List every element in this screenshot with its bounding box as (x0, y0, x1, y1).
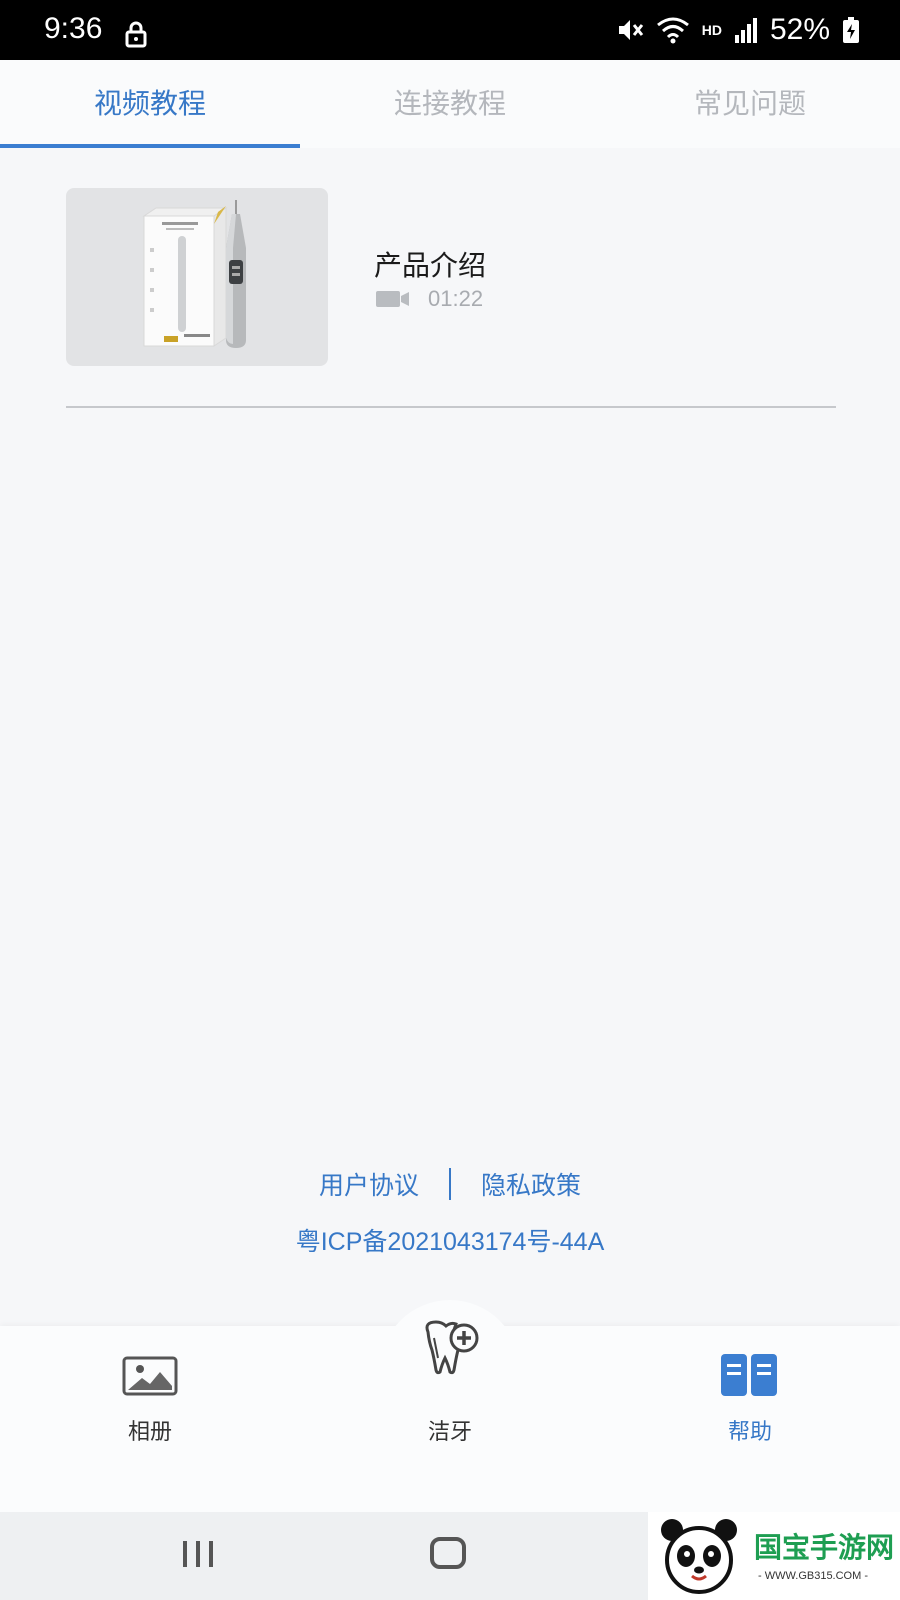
home-icon[interactable] (430, 1537, 466, 1569)
product-image (142, 200, 246, 348)
nav-album[interactable]: 相册 (0, 1326, 300, 1476)
privacy-policy-link[interactable]: 隐私政策 (481, 1166, 581, 1202)
status-time: 9:36 (44, 12, 103, 45)
video-list-item[interactable]: 产品介绍 01:22 (66, 188, 836, 366)
status-bar: 9:36 HD 52% (0, 0, 900, 60)
watermark-url: - WWW.GB315.COM - (758, 1570, 868, 1582)
active-tab-indicator (0, 144, 300, 148)
watermark: 国宝手游网 - WWW.GB315.COM - (648, 1512, 900, 1600)
recents-icon[interactable] (182, 1540, 214, 1568)
panda-logo-icon (661, 1519, 737, 1594)
signal-icon (734, 18, 757, 43)
watermark-brand: 国宝手游网 (754, 1531, 895, 1564)
nav-tooth-clean[interactable]: 洁牙 (300, 1320, 600, 1476)
video-duration: 01:22 (428, 286, 484, 311)
legal-links: 用户协议 隐私政策 (0, 1166, 900, 1202)
help-book-icon (721, 1354, 777, 1396)
nav-album-label: 相册 (127, 1420, 172, 1445)
lock-icon (125, 21, 147, 48)
network-type: HD (701, 22, 722, 38)
tab-bar: 视频教程 连接教程 常见问题 (0, 60, 900, 148)
battery-percent: 52% (769, 13, 830, 46)
link-separator (449, 1168, 451, 1200)
nav-tooth-clean-label: 洁牙 (427, 1420, 472, 1445)
tab-connection-tutorial[interactable]: 连接教程 (300, 60, 600, 148)
wifi-icon (656, 17, 689, 44)
nav-help-label: 帮助 (727, 1420, 772, 1445)
tab-video-tutorial[interactable]: 视频教程 (0, 60, 300, 148)
mute-icon (618, 20, 643, 40)
tab-faq[interactable]: 常见问题 (600, 60, 900, 148)
tooth-clean-icon (425, 1320, 479, 1375)
video-title: 产品介绍 (374, 249, 487, 282)
battery-charging-icon (843, 17, 859, 43)
video-meta: 01:22 (376, 286, 483, 312)
nav-help[interactable]: 帮助 (600, 1326, 900, 1476)
video-camera-icon (376, 291, 409, 307)
user-agreement-link[interactable]: 用户协议 (319, 1166, 419, 1202)
album-icon (122, 1356, 178, 1396)
video-thumbnail[interactable] (66, 188, 328, 366)
icp-license-link[interactable]: 粤ICP备2021043174号-44A (0, 1222, 900, 1258)
list-divider (66, 406, 836, 408)
